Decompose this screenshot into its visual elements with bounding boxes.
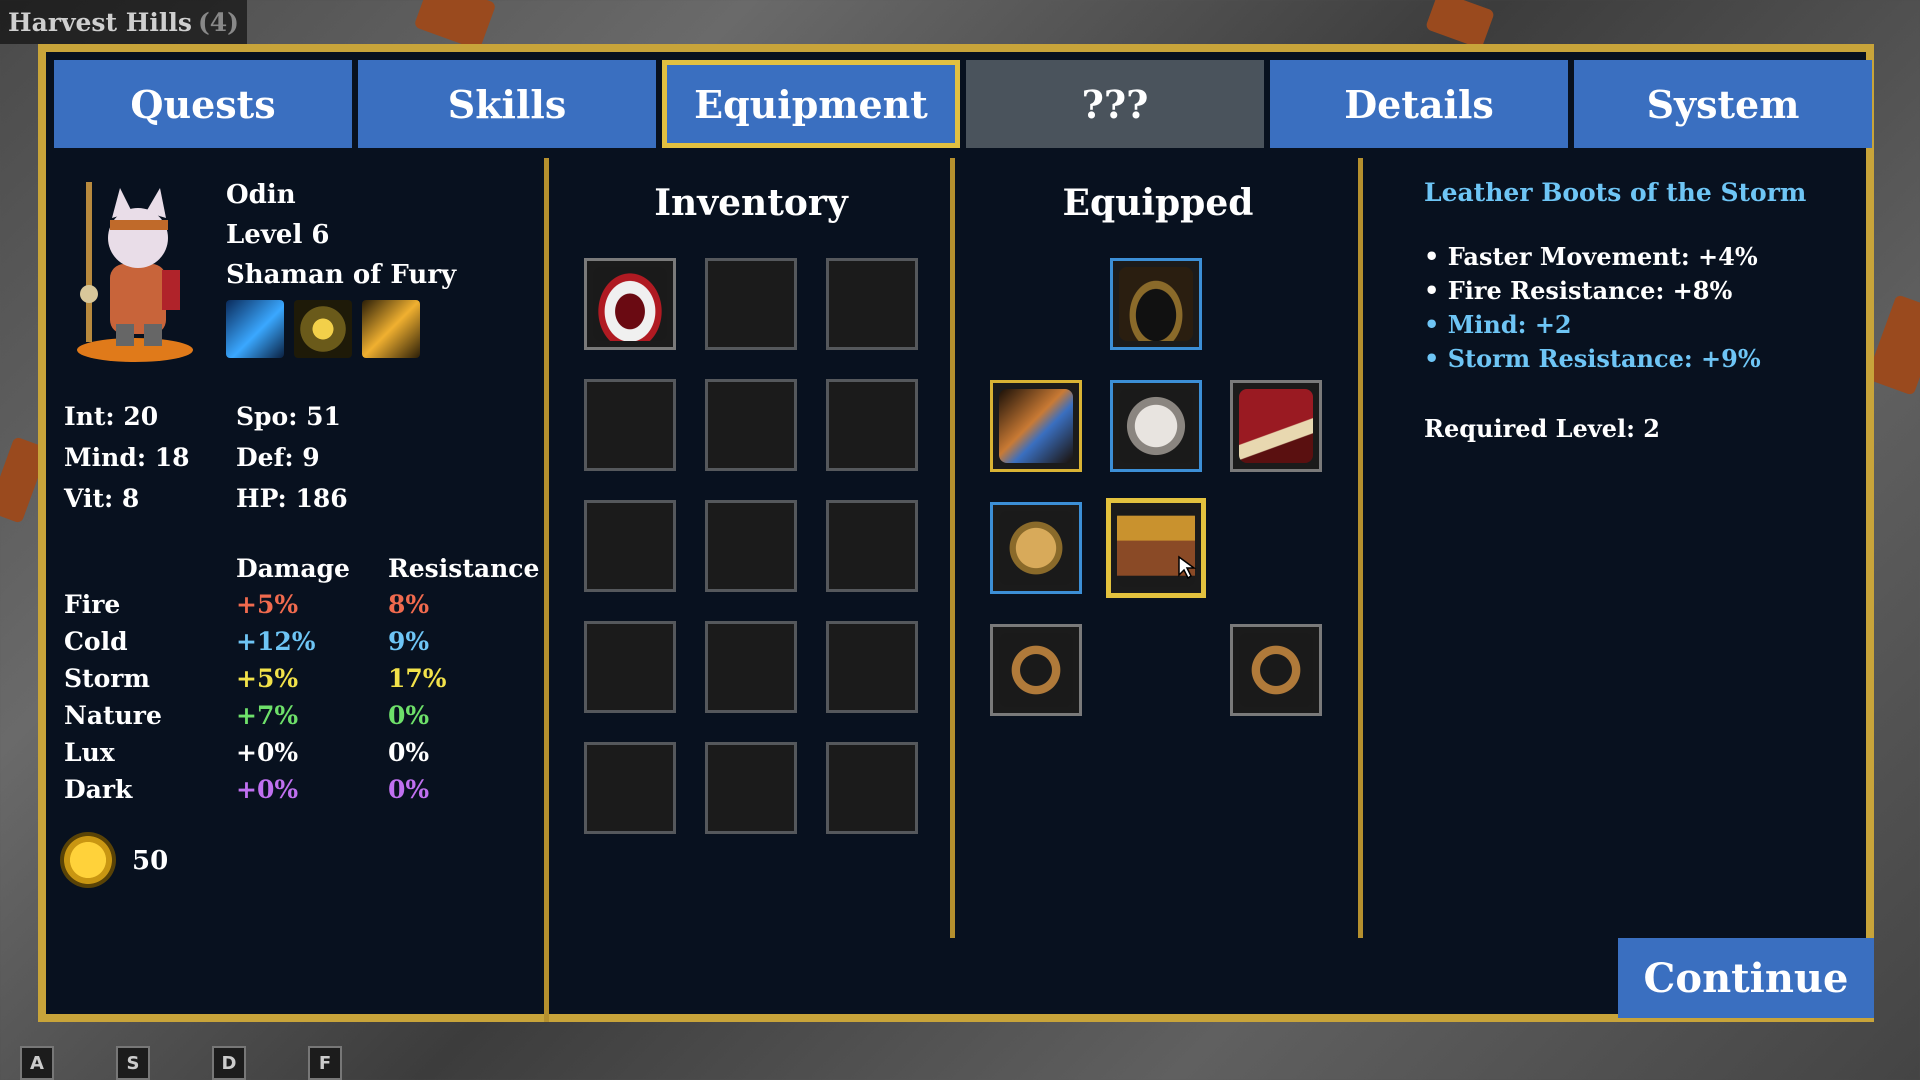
stat-vit: Vit: 8 bbox=[64, 484, 140, 513]
tab-quests[interactable]: Quests bbox=[54, 60, 352, 148]
stat-def: Def: 9 bbox=[236, 443, 320, 472]
column-divider bbox=[1358, 158, 1363, 938]
character-menu-panel: Quests Skills Equipment ??? Details Syst… bbox=[38, 44, 1874, 1022]
book-icon bbox=[1239, 389, 1313, 463]
hotkey-s[interactable]: S bbox=[116, 1046, 150, 1080]
inventory-slot[interactable] bbox=[826, 379, 918, 471]
hotkey-a[interactable]: A bbox=[20, 1046, 54, 1080]
background-rock bbox=[1424, 0, 1496, 50]
location-name: Harvest Hills bbox=[8, 7, 192, 37]
inventory-slot[interactable] bbox=[584, 258, 676, 350]
character-level: Level 6 bbox=[226, 220, 330, 250]
element-name-cold: Cold bbox=[64, 627, 128, 656]
element-damage-cold: +12% bbox=[236, 627, 316, 656]
element-damage-storm: +5% bbox=[236, 664, 299, 693]
equip-slot-head[interactable] bbox=[1110, 258, 1202, 350]
inventory-slot[interactable] bbox=[705, 621, 797, 713]
item-bonus: • Fire Resistance: +8% bbox=[1424, 276, 1733, 305]
ice-shard-icon[interactable] bbox=[226, 300, 284, 358]
element-resistance-nature: 0% bbox=[388, 701, 430, 730]
gloves-icon bbox=[999, 511, 1073, 585]
damage-header: Damage bbox=[236, 554, 350, 583]
resistance-header: Resistance bbox=[388, 554, 540, 583]
element-damage-nature: +7% bbox=[236, 701, 299, 730]
item-bonus: • Faster Movement: +4% bbox=[1424, 242, 1758, 271]
inventory-slot[interactable] bbox=[826, 621, 918, 713]
inventory-slot[interactable] bbox=[705, 379, 797, 471]
inventory-slot[interactable] bbox=[584, 621, 676, 713]
inventory-slot[interactable] bbox=[584, 500, 676, 592]
equip-slot-weapon[interactable] bbox=[990, 380, 1082, 472]
stat-mind: Mind: 18 bbox=[64, 443, 190, 472]
tab-skills[interactable]: Skills bbox=[358, 60, 656, 148]
equip-slot-ring-left[interactable] bbox=[990, 624, 1082, 716]
element-name-fire: Fire bbox=[64, 590, 121, 619]
hotkey-bar: A S D F bbox=[20, 1046, 342, 1080]
item-detail-name: Leather Boots of the Storm bbox=[1424, 178, 1807, 207]
inventory-slot[interactable] bbox=[705, 742, 797, 834]
inventory-slot[interactable] bbox=[584, 742, 676, 834]
element-name-dark: Dark bbox=[64, 775, 133, 804]
element-damage-dark: +0% bbox=[236, 775, 299, 804]
character-name: Odin bbox=[226, 180, 296, 210]
tab-system[interactable]: System bbox=[1574, 60, 1872, 148]
element-resistance-lux: 0% bbox=[388, 738, 430, 767]
equip-slot-hands[interactable] bbox=[990, 502, 1082, 594]
inventory-slot[interactable] bbox=[705, 258, 797, 350]
horn-icon bbox=[999, 389, 1073, 463]
tab-details[interactable]: Details bbox=[1270, 60, 1568, 148]
jester-hat-icon bbox=[593, 267, 667, 341]
ring-icon bbox=[1239, 633, 1313, 707]
element-name-storm: Storm bbox=[64, 664, 150, 693]
equip-slot-body[interactable] bbox=[1110, 380, 1202, 472]
gold-amount: 50 bbox=[132, 846, 169, 876]
element-name-lux: Lux bbox=[64, 738, 115, 767]
inventory-title: Inventory bbox=[654, 182, 848, 224]
location-label: Harvest Hills (4) bbox=[0, 0, 247, 44]
inventory-slot[interactable] bbox=[584, 379, 676, 471]
column-divider bbox=[544, 158, 549, 1022]
shirt-icon bbox=[1119, 389, 1193, 463]
equip-slot-feet-selected[interactable] bbox=[1106, 498, 1206, 598]
item-required-level: Required Level: 2 bbox=[1424, 414, 1661, 443]
equip-slot-ring-right[interactable] bbox=[1230, 624, 1322, 716]
inventory-slot[interactable] bbox=[826, 500, 918, 592]
cursor-icon bbox=[1178, 555, 1197, 579]
element-resistance-storm: 17% bbox=[388, 664, 447, 693]
background-rock bbox=[1866, 294, 1920, 396]
location-count: (4) bbox=[197, 7, 239, 37]
element-resistance-cold: 9% bbox=[388, 627, 430, 656]
hotkey-f[interactable]: F bbox=[308, 1046, 342, 1080]
inventory-slot[interactable] bbox=[705, 500, 797, 592]
hotkey-d[interactable]: D bbox=[212, 1046, 246, 1080]
continue-button[interactable]: Continue bbox=[1618, 938, 1874, 1018]
tab-equipment[interactable]: Equipment bbox=[662, 60, 960, 148]
item-bonus: • Storm Resistance: +9% bbox=[1424, 344, 1761, 373]
element-resistance-dark: 0% bbox=[388, 775, 430, 804]
lightning-icon[interactable] bbox=[362, 300, 420, 358]
element-resistance-fire: 8% bbox=[388, 590, 430, 619]
stat-int: Int: 20 bbox=[64, 402, 159, 431]
tab-locked[interactable]: ??? bbox=[966, 60, 1264, 148]
totem-icon[interactable] bbox=[294, 300, 352, 358]
inventory-slot[interactable] bbox=[826, 258, 918, 350]
element-damage-fire: +5% bbox=[236, 590, 299, 619]
inventory-slot[interactable] bbox=[826, 742, 918, 834]
stat-hp: HP: 186 bbox=[236, 484, 348, 513]
equipped-title: Equipped bbox=[1062, 182, 1254, 224]
column-divider bbox=[950, 158, 955, 938]
equip-slot-offhand[interactable] bbox=[1230, 380, 1322, 472]
item-bonus: • Mind: +2 bbox=[1424, 310, 1572, 339]
menu-tabs: Quests Skills Equipment ??? Details Syst… bbox=[54, 60, 1872, 148]
hood-icon bbox=[1119, 267, 1193, 341]
character-portrait bbox=[77, 182, 193, 362]
element-damage-lux: +0% bbox=[236, 738, 299, 767]
element-name-nature: Nature bbox=[64, 701, 162, 730]
background-rock bbox=[413, 0, 497, 51]
gold-coin-icon bbox=[60, 832, 116, 888]
stat-spo: Spo: 51 bbox=[236, 402, 341, 431]
ring-icon bbox=[999, 633, 1073, 707]
character-class: Shaman of Fury bbox=[226, 260, 457, 290]
